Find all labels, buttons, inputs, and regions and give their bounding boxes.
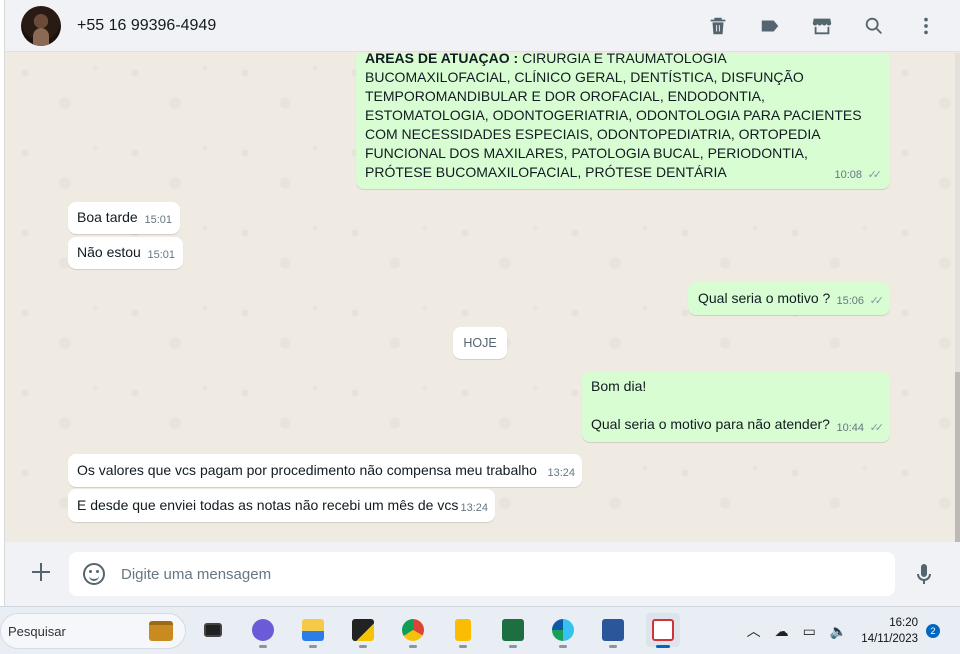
keep-icon[interactable] <box>446 613 480 648</box>
message-text: E desde que enviei todas as notas não re… <box>77 497 459 513</box>
message-time: 15:01 <box>147 249 175 261</box>
message-time: 15:06 <box>836 295 864 307</box>
message-text: Não estou <box>77 244 141 260</box>
message-text: Boa tarde <box>77 209 138 225</box>
excel-icon[interactable] <box>496 613 530 648</box>
delete-icon[interactable] <box>706 14 730 38</box>
message-text: Qual seria o motivo ? <box>698 290 831 306</box>
attach-plus-icon[interactable] <box>29 560 53 584</box>
contact-avatar[interactable] <box>21 5 61 46</box>
chat-scrollbar-thumb[interactable] <box>955 372 960 542</box>
menu-icon[interactable] <box>914 14 938 38</box>
edge-icon[interactable] <box>546 613 580 648</box>
message-time: 13:24 <box>547 467 575 479</box>
message-incoming[interactable]: Boa tarde 15:01 <box>68 202 180 234</box>
clock-date: 14/11/2023 <box>861 633 918 645</box>
microphone-icon[interactable] <box>912 562 936 588</box>
message-outgoing[interactable]: Bom dia! Qual seria o motivo para não at… <box>582 371 890 442</box>
message-text: ÁREAS DE ATUAÇÃO : CIRURGIA E TRAUMATOLO… <box>365 53 875 182</box>
message-text: Os valores que vcs pagam por procediment… <box>77 462 537 478</box>
message-text: Qual seria o motivo para não atender? <box>591 416 830 432</box>
label-icon[interactable] <box>758 14 782 38</box>
chrome-icon[interactable] <box>396 613 430 648</box>
word-icon[interactable] <box>596 613 630 648</box>
emoji-icon[interactable] <box>83 563 105 585</box>
message-bold-text: ÁREAS DE ATUAÇÃO : <box>365 53 519 66</box>
message-incoming[interactable]: Não estou 15:01 <box>68 237 183 269</box>
read-ticks-icon: ✓✓ <box>869 422 885 434</box>
volume-icon[interactable]: 🔈 <box>830 623 847 640</box>
message-time: 15:01 <box>144 214 172 226</box>
message-time: 10:44 <box>836 422 864 434</box>
system-tray: ︿ ☁ ▭ 🔈 16:20 14/11/2023 2 <box>747 607 960 654</box>
chevron-up-icon[interactable]: ︿ <box>747 621 761 641</box>
windows-taskbar: Pesquisar ︿ ☁ ▭ 🔈 16:20 14/11/2023 2 <box>0 606 960 654</box>
chat-header: +55 16 99396-4949 <box>5 0 960 52</box>
snipping-tool-icon[interactable] <box>646 613 680 648</box>
message-incoming[interactable]: Os valores que vcs pagam por procediment… <box>68 454 582 487</box>
briefcase-icon <box>149 621 173 641</box>
sticky-notes-icon[interactable] <box>346 613 380 648</box>
task-view-icon[interactable] <box>196 613 230 647</box>
message-time: 10:08 <box>834 169 862 181</box>
message-input[interactable]: Digite uma mensagem <box>69 552 895 596</box>
onedrive-icon[interactable]: ☁ <box>775 623 789 640</box>
taskbar-search-label: Pesquisar <box>8 623 66 639</box>
message-outgoing[interactable]: Qual seria o motivo ? 15:06 ✓✓ <box>688 282 890 315</box>
message-body: CIRURGIA E TRAUMATOLOGIA BUCOMAXILOFACIA… <box>365 53 862 180</box>
message-composer: Digite uma mensagem <box>5 542 960 606</box>
taskbar-apps <box>196 613 680 649</box>
message-input-placeholder[interactable]: Digite uma mensagem <box>121 566 271 583</box>
message-text: Bom dia! <box>591 378 647 394</box>
message-outgoing[interactable]: ÁREAS DE ATUAÇÃO : CIRURGIA E TRAUMATOLO… <box>356 53 890 189</box>
header-actions <box>706 0 938 52</box>
taskbar-clock[interactable]: 16:20 14/11/2023 <box>861 615 918 647</box>
message-incoming[interactable]: E desde que enviei todas as notas não re… <box>68 489 495 522</box>
notification-badge[interactable]: 2 <box>926 624 940 638</box>
search-icon[interactable] <box>862 14 886 38</box>
date-divider: HOJE <box>453 327 507 359</box>
catalog-icon[interactable] <box>810 14 834 38</box>
network-icon[interactable]: ▭ <box>803 623 816 640</box>
message-time: 13:24 <box>460 502 488 514</box>
file-explorer-icon[interactable] <box>296 613 330 648</box>
contact-name[interactable]: +55 16 99396-4949 <box>77 17 216 35</box>
read-ticks-icon: ✓✓ <box>869 295 885 307</box>
taskbar-search[interactable]: Pesquisar <box>0 613 186 649</box>
teams-icon[interactable] <box>246 613 280 648</box>
clock-time: 16:20 <box>889 617 918 629</box>
message-list[interactable]: ÁREAS DE ATUAÇÃO : CIRURGIA E TRAUMATOLO… <box>5 53 960 542</box>
read-ticks-icon: ✓✓ <box>867 169 883 181</box>
